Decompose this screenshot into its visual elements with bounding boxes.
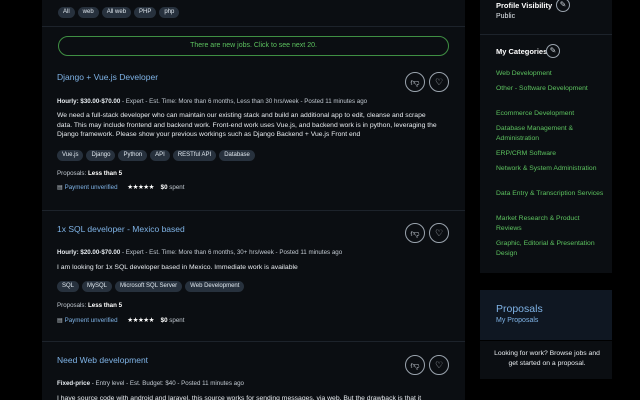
search-tag[interactable]: All web xyxy=(101,7,132,18)
rating-stars: ★★★★★ xyxy=(127,317,154,324)
proposals-panel: Proposals My Proposals xyxy=(480,290,612,340)
category-link[interactable]: ERP/CRM Software xyxy=(496,149,606,159)
profile-visibility-value: Public xyxy=(496,13,516,20)
heart-icon[interactable]: ♡ xyxy=(429,223,449,243)
job-card: 1x SQL developer - Mexico based 👎︎ ♡ Hou… xyxy=(42,212,465,332)
category-link[interactable]: Web Development xyxy=(496,69,606,79)
my-proposals-link[interactable]: My Proposals xyxy=(496,317,538,324)
search-tag[interactable]: All xyxy=(58,7,75,18)
profile-visibility-panel: Profile Visibility ✎ Public xyxy=(480,0,612,34)
job-card: Django + Vue.js Developer 👎︎ ♡ Hourly: $… xyxy=(42,62,465,212)
card-icon: ▤ xyxy=(57,184,63,191)
category-link[interactable]: Network & System Administration xyxy=(496,164,606,174)
skill-tag[interactable]: Vue.js xyxy=(57,150,84,161)
search-tags: All web All web PHP php xyxy=(58,7,182,18)
thumbs-down-icon[interactable]: 👎︎ xyxy=(405,72,425,92)
pencil-icon[interactable]: ✎ xyxy=(546,44,560,58)
job-meta: Fixed-price - Entry level - Est. Budget:… xyxy=(57,380,244,387)
skill-tag[interactable]: Python xyxy=(118,150,148,161)
category-link[interactable]: Market Research & Product Reviews xyxy=(496,214,606,233)
categories-panel: My Categories ✎ Web Development Other - … xyxy=(480,34,612,273)
skill-tag[interactable]: Web Development xyxy=(185,281,245,292)
find-work-text: Looking for work? Browse jobs and get st… xyxy=(494,350,600,367)
client-info: ▤ Payment unverified ★★★★★ $0 spent xyxy=(57,183,184,191)
category-link[interactable]: Database Management & Administration xyxy=(496,124,606,143)
skill-tag[interactable]: Django xyxy=(86,150,116,161)
skill-tag[interactable]: API xyxy=(150,150,170,161)
job-title[interactable]: Django + Vue.js Developer xyxy=(57,72,158,82)
skill-tag[interactable]: SQL xyxy=(57,281,80,292)
job-details: - Expert - Est. Time: More than 6 months… xyxy=(120,98,368,105)
skill-tag[interactable]: Database xyxy=(219,150,255,161)
job-title[interactable]: Need Web development xyxy=(57,355,148,365)
skill-tag[interactable]: RESTful API xyxy=(172,150,217,161)
search-tag[interactable]: web xyxy=(77,7,99,18)
heart-icon[interactable]: ♡ xyxy=(429,355,449,375)
skill-tag[interactable]: Microsoft SQL Server xyxy=(115,281,183,292)
job-description: I am looking for 1x SQL developer based … xyxy=(57,264,298,271)
client-spent: $0 spent xyxy=(160,184,185,191)
category-link[interactable]: Graphic, Editorial & Presentation Design xyxy=(496,239,606,258)
find-work-panel: Looking for work? Browse jobs and get st… xyxy=(480,341,612,379)
profile-visibility-label: Profile Visibility xyxy=(496,1,553,10)
job-feed: All web All web PHP php There are new jobs. … xyxy=(42,0,465,400)
skill-tag[interactable]: MySQL xyxy=(82,281,113,292)
client-spent: $0 spent xyxy=(160,317,185,324)
heart-icon[interactable]: ♡ xyxy=(429,72,449,92)
new-jobs-button[interactable]: There are new jobs. Click to see next 20… xyxy=(58,36,449,56)
proposals-title[interactable]: Proposals xyxy=(496,303,543,315)
category-link[interactable]: Ecommerce Development xyxy=(496,109,606,119)
payment-status: Payment unverified xyxy=(64,184,118,191)
job-details: - Expert - Est. Time: More than 6 months… xyxy=(120,249,343,256)
thumbs-down-icon[interactable]: 👎︎ xyxy=(405,355,425,375)
divider xyxy=(42,26,465,27)
pencil-icon[interactable]: ✎ xyxy=(556,0,570,12)
category-link[interactable]: Data Entry & Transcription Services xyxy=(496,189,606,199)
skill-tags: Vue.js Django Python API RESTful API Database xyxy=(57,150,258,161)
job-meta: Hourly: $20.00-$70.00 - Expert - Est. Ti… xyxy=(57,249,342,256)
job-meta: Hourly: $30.00-$70.00 - Expert - Est. Ti… xyxy=(57,98,367,105)
thumbs-down-icon[interactable]: 👎︎ xyxy=(405,223,425,243)
client-info: ▤ Payment unverified ★★★★★ $0 spent xyxy=(57,316,184,324)
job-description: We need a full-stack developer who can m… xyxy=(57,112,437,138)
proposals-count: Proposals: Less than 5 xyxy=(57,170,123,177)
job-budget: Fixed-price xyxy=(57,380,91,387)
categories-title: My Categories xyxy=(496,47,548,56)
job-card: Need Web development 👎︎ ♡ Fixed-price - … xyxy=(42,342,465,400)
category-link[interactable]: Other - Software Development xyxy=(496,84,606,94)
payment-status: Payment unverified xyxy=(64,317,118,324)
card-icon: ▤ xyxy=(57,317,63,324)
rating-stars: ★★★★★ xyxy=(127,184,154,191)
skill-tags: SQL MySQL Microsoft SQL Server Web Developm… xyxy=(57,281,247,292)
job-budget: Hourly: $20.00-$70.00 xyxy=(57,249,121,256)
job-details: - Entry level - Est. Budget: $40 - Poste… xyxy=(90,380,244,387)
search-tag[interactable]: php xyxy=(159,7,180,18)
search-tag[interactable]: PHP xyxy=(134,7,157,18)
job-title[interactable]: 1x SQL developer - Mexico based xyxy=(57,224,185,234)
job-description: I have source code with android and lara… xyxy=(57,395,422,400)
proposals-count: Proposals: Less than 5 xyxy=(57,302,123,309)
divider xyxy=(42,210,465,211)
job-budget: Hourly: $30.00-$70.00 xyxy=(57,98,121,105)
